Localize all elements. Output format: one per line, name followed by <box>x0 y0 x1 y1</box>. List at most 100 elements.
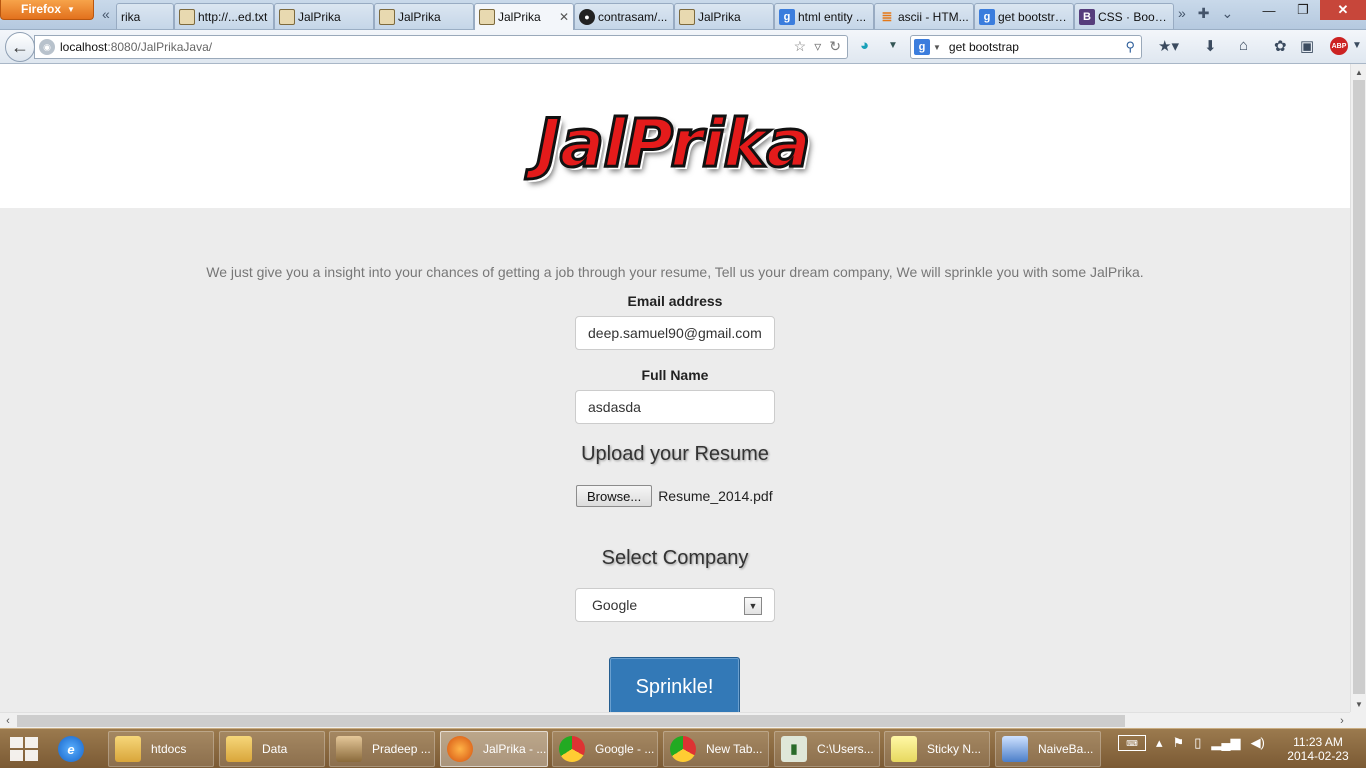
system-tray: ⌨ ▴ ⚑ ▯ ▂▄▆ ◀) <box>1118 735 1265 751</box>
email-label: Email address <box>627 293 723 309</box>
downloads-icon[interactable]: ⬇ <box>1204 37 1217 55</box>
scrollbar-corner <box>1350 712 1366 728</box>
back-button[interactable]: ← <box>5 32 35 62</box>
network-icon[interactable]: ▂▄▆ <box>1211 735 1240 751</box>
tab[interactable]: ≣ ascii - HTM... <box>874 3 974 29</box>
tab[interactable]: rika <box>116 3 174 29</box>
company-select[interactable]: Google ▼ <box>575 588 775 622</box>
tab-scroll-right-icon[interactable]: » <box>1178 5 1186 22</box>
dropdown-icon[interactable]: ▼ <box>888 40 898 51</box>
taskbar-item-active[interactable]: JalPrika - ... <box>440 731 548 767</box>
scroll-right-icon[interactable]: › <box>1334 713 1350 729</box>
tab[interactable]: http://...ed.txt <box>174 3 274 29</box>
tab-active[interactable]: JalPrika ✕ <box>474 3 574 30</box>
taskbar-item-label: NaiveBa... <box>1038 742 1094 756</box>
horizontal-scrollbar[interactable]: ‹ › <box>0 712 1350 728</box>
hero-banner: JalPrika <box>0 64 1350 208</box>
bookmark-star-icon[interactable]: ☆ <box>794 38 807 55</box>
taskbar-item-ie[interactable]: e <box>52 731 104 767</box>
email-field[interactable]: deep.samuel90@gmail.com <box>575 316 775 350</box>
folder-icon <box>226 736 252 762</box>
navigation-bar: ◉ localhost:8080/JalPrikaJava/ ☆ ▿ ↻ ← ◕… <box>0 30 1366 64</box>
stackoverflow-icon: ≣ <box>881 8 893 24</box>
addon-dropdown-icon[interactable]: ▼ <box>1352 40 1362 51</box>
firefox-menu-label: Firefox <box>21 2 62 16</box>
power-icon[interactable]: ▯ <box>1194 735 1201 751</box>
vertical-scroll-thumb[interactable] <box>1353 80 1365 694</box>
adblock-plus-icon[interactable]: ABP <box>1330 37 1348 55</box>
vertical-scrollbar[interactable]: ▲ ▼ <box>1350 64 1366 712</box>
scroll-left-icon[interactable]: ‹ <box>0 713 16 729</box>
google-icon: g <box>779 8 795 25</box>
internet-explorer-icon: e <box>58 736 84 762</box>
tab[interactable]: JalPrika <box>374 3 474 29</box>
taskbar-item[interactable]: htdocs <box>108 731 214 767</box>
screenshot-icon[interactable]: ▣ <box>1300 37 1314 55</box>
tab[interactable]: g html entity ... <box>774 3 874 29</box>
taskbar-item[interactable]: Sticky N... <box>884 731 990 767</box>
taskbar-item[interactable]: Pradeep ... <box>329 731 435 767</box>
tab[interactable]: JalPrika <box>674 3 774 29</box>
sync-icon[interactable]: ◕ <box>860 37 869 54</box>
taskbar-item[interactable]: NaiveBa... <box>995 731 1101 767</box>
sticky-notes-icon <box>891 736 917 762</box>
github-icon: ● <box>579 8 595 25</box>
close-tab-icon[interactable]: ✕ <box>559 10 569 24</box>
search-bar[interactable]: g ▼ get bootstrap ⚲ <box>910 35 1142 59</box>
horizontal-scroll-thumb[interactable] <box>17 715 1125 727</box>
windows-start-icon[interactable] <box>10 737 38 761</box>
caret-down-icon: ▼ <box>67 5 75 14</box>
tab-label: contrasam/... <box>598 9 668 24</box>
close-window-icon[interactable]: ✕ <box>1320 0 1366 20</box>
site-identity-icon[interactable]: ◉ <box>39 39 55 55</box>
home-icon[interactable]: ⌂ <box>1239 37 1248 54</box>
sprinkle-button[interactable]: Sprinkle! <box>609 657 740 712</box>
url-bar[interactable]: ◉ localhost:8080/JalPrikaJava/ ☆ ▿ ↻ <box>34 35 848 59</box>
tab-label: JalPrika <box>398 9 441 24</box>
full-name-field[interactable]: asdasda <box>575 390 775 424</box>
google-icon: g <box>914 39 930 55</box>
addon-icon[interactable]: ✿ <box>1274 37 1287 55</box>
search-icon[interactable]: ⚲ <box>1125 39 1135 55</box>
new-tab-icon[interactable]: ✚ <box>1198 5 1210 22</box>
tab-list: rika http://...ed.txt JalPrika JalPrika … <box>116 3 1174 30</box>
select-company-heading: Select Company <box>601 547 749 569</box>
history-dropdown-icon[interactable]: ▿ <box>814 38 821 55</box>
taskbar-item[interactable]: Google - ... <box>552 731 658 767</box>
taskbar-item-label: C:\Users... <box>817 742 874 756</box>
touch-keyboard-icon[interactable]: ⌨ <box>1118 735 1146 751</box>
tab-label: CSS · Bootst... <box>1098 9 1169 24</box>
taskbar-item[interactable]: ▮ C:\Users... <box>774 731 880 767</box>
tagline: We just give you a insight into your cha… <box>206 264 1144 280</box>
bookmarks-menu-icon[interactable]: ★▾ <box>1158 37 1179 55</box>
tab[interactable]: ● contrasam/... <box>574 3 674 29</box>
taskbar-item[interactable]: Data <box>219 731 325 767</box>
tab[interactable]: g get bootstra... <box>974 3 1074 29</box>
tab-scroll-left-icon[interactable]: « <box>102 6 110 22</box>
system-clock[interactable]: 11:23 AM 2014-02-23 <box>1284 735 1352 763</box>
google-icon: g <box>979 8 995 25</box>
browse-button[interactable]: Browse... <box>576 485 653 507</box>
image-icon <box>479 9 495 25</box>
taskbar: e htdocs Data Pradeep ... JalPrika - ...… <box>0 728 1366 768</box>
list-all-tabs-icon[interactable]: ⌄ <box>1222 5 1234 22</box>
volume-icon[interactable]: ◀) <box>1251 735 1265 751</box>
engine-dropdown-icon[interactable]: ▼ <box>933 43 941 52</box>
firefox-menu-button[interactable]: Firefox ▼ <box>0 0 94 20</box>
minimize-icon[interactable]: — <box>1252 0 1286 20</box>
back-arrow-icon: ← <box>11 36 29 57</box>
scroll-down-icon[interactable]: ▼ <box>1351 696 1366 712</box>
tab[interactable]: B CSS · Bootst... <box>1074 3 1174 29</box>
taskbar-item[interactable]: New Tab... <box>663 731 769 767</box>
show-hidden-icons-icon[interactable]: ▴ <box>1156 735 1163 751</box>
taskbar-item-label: Data <box>262 742 288 756</box>
selected-file-name: Resume_2014.pdf <box>658 488 773 504</box>
full-name-label: Full Name <box>641 367 709 383</box>
restore-icon[interactable]: ❐ <box>1286 0 1320 20</box>
search-input[interactable]: get bootstrap <box>949 40 1126 54</box>
action-center-flag-icon[interactable]: ⚑ <box>1173 735 1185 751</box>
reload-icon[interactable]: ↻ <box>829 38 841 55</box>
tab-label: html entity ... <box>798 9 867 24</box>
scroll-up-icon[interactable]: ▲ <box>1351 64 1366 80</box>
tab[interactable]: JalPrika <box>274 3 374 29</box>
